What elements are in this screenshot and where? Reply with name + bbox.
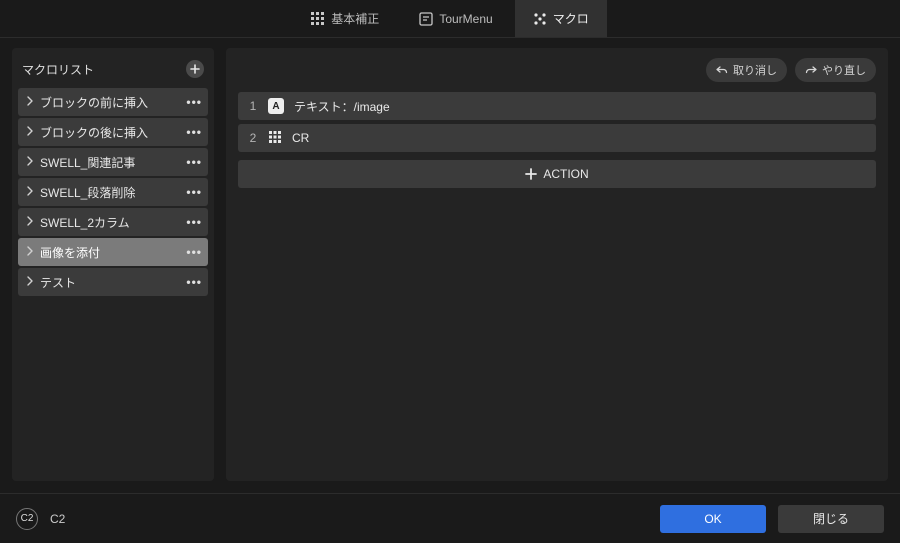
chevron-right-icon [26, 275, 34, 289]
chevron-right-icon [26, 95, 34, 109]
content-toolbar: 取り消し やり直し [238, 58, 876, 82]
redo-label: やり直し [822, 62, 866, 78]
undo-label: 取り消し [733, 62, 777, 78]
macro-item[interactable]: SWELL_2カラム ••• [18, 208, 208, 236]
macro-item[interactable]: ブロックの後に挿入 ••• [18, 118, 208, 146]
macro-item-label: ブロックの後に挿入 [40, 124, 180, 141]
step-number: 2 [248, 131, 258, 145]
tourmenu-icon [419, 12, 433, 26]
step-number: 1 [248, 99, 258, 113]
chevron-right-icon [26, 125, 34, 139]
macro-item[interactable]: SWELL_関連記事 ••• [18, 148, 208, 176]
macro-item-label: 画像を添付 [40, 244, 180, 261]
ok-label: OK [704, 512, 721, 526]
macro-item-menu[interactable]: ••• [186, 185, 202, 199]
macro-item-label: ブロックの前に挿入 [40, 94, 180, 111]
steps-list: 1A テキスト：/image 2 CR [238, 92, 876, 156]
tab-label: 基本補正 [331, 10, 379, 27]
tab-macro[interactable]: マクロ [515, 0, 607, 37]
macro-item-label: テスト [40, 274, 180, 291]
tab-label: マクロ [553, 10, 589, 27]
redo-button[interactable]: やり直し [795, 58, 876, 82]
add-macro-button[interactable] [186, 60, 204, 78]
c2-badge-text: C2 [21, 513, 34, 524]
tab-basic[interactable]: 基本補正 [293, 0, 397, 37]
footer: C2 C2 OK 閉じる [0, 493, 900, 543]
close-label: 閉じる [813, 510, 849, 527]
ok-button[interactable]: OK [660, 505, 766, 533]
macro-item-label: SWELL_2カラム [40, 214, 180, 231]
macro-item-menu[interactable]: ••• [186, 245, 202, 259]
macro-item[interactable]: テスト ••• [18, 268, 208, 296]
step-label: テキスト：/image [294, 98, 390, 115]
undo-button[interactable]: 取り消し [706, 58, 787, 82]
text-step-icon: A [268, 98, 284, 114]
macro-item[interactable]: 画像を添付 ••• [18, 238, 208, 266]
step-row[interactable]: 2 CR [238, 124, 876, 152]
macro-item-label: SWELL_段落削除 [40, 184, 180, 201]
macro-item-menu[interactable]: ••• [186, 155, 202, 169]
grid-icon [311, 12, 325, 26]
add-action-button[interactable]: ACTION [238, 160, 876, 188]
chevron-right-icon [26, 215, 34, 229]
chevron-right-icon [26, 155, 34, 169]
step-label: CR [292, 131, 309, 145]
macro-item[interactable]: SWELL_段落削除 ••• [18, 178, 208, 206]
macro-list: ブロックの前に挿入•••ブロックの後に挿入•••SWELL_関連記事•••SWE… [12, 86, 214, 298]
macro-item-label: SWELL_関連記事 [40, 154, 180, 171]
tab-label: TourMenu [439, 12, 492, 26]
close-button[interactable]: 閉じる [778, 505, 884, 533]
chevron-right-icon [26, 185, 34, 199]
add-action-label: ACTION [543, 167, 588, 181]
sidebar-header: マクロリスト [12, 52, 214, 86]
tabs-bar: 基本補正 TourMenu マクロ [0, 0, 900, 38]
keyboard-icon [268, 130, 282, 147]
step-row[interactable]: 1A テキスト：/image [238, 92, 876, 120]
macro-item-menu[interactable]: ••• [186, 125, 202, 139]
macro-item-menu[interactable]: ••• [186, 215, 202, 229]
content-panel: 取り消し やり直し 1A テキスト：/image 2 CR ACTION [226, 48, 888, 481]
c2-badge[interactable]: C2 [16, 508, 38, 530]
plus-icon [525, 168, 537, 180]
tab-tourmenu[interactable]: TourMenu [401, 0, 510, 37]
plus-icon [190, 64, 200, 74]
macro-item[interactable]: ブロックの前に挿入 ••• [18, 88, 208, 116]
macro-item-menu[interactable]: ••• [186, 275, 202, 289]
macro-icon [533, 12, 547, 26]
sidebar-title: マクロリスト [22, 61, 94, 78]
c2-label: C2 [50, 512, 65, 526]
redo-icon [805, 64, 817, 76]
undo-icon [716, 64, 728, 76]
macro-item-menu[interactable]: ••• [186, 95, 202, 109]
chevron-right-icon [26, 245, 34, 259]
main-area: マクロリスト ブロックの前に挿入•••ブロックの後に挿入•••SWELL_関連記… [0, 38, 900, 493]
sidebar: マクロリスト ブロックの前に挿入•••ブロックの後に挿入•••SWELL_関連記… [12, 48, 214, 481]
